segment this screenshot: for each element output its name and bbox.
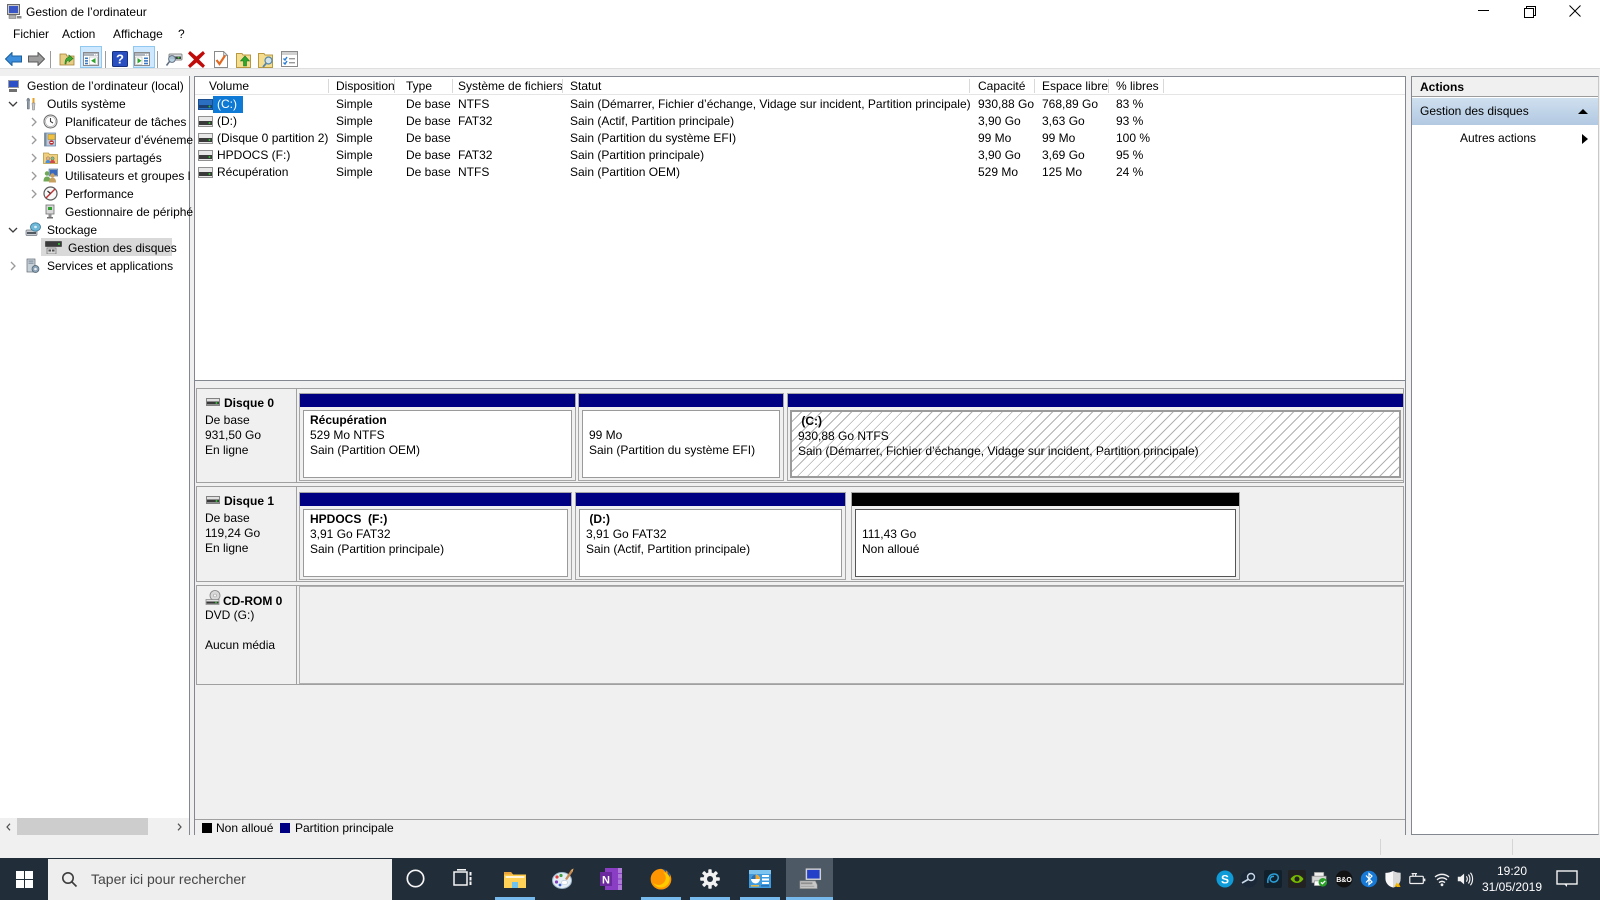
svg-text:?: ? (116, 52, 124, 67)
svg-text:N: N (602, 875, 610, 887)
svg-text:S: S (1221, 873, 1229, 887)
svg-text:B&O: B&O (1336, 877, 1352, 884)
